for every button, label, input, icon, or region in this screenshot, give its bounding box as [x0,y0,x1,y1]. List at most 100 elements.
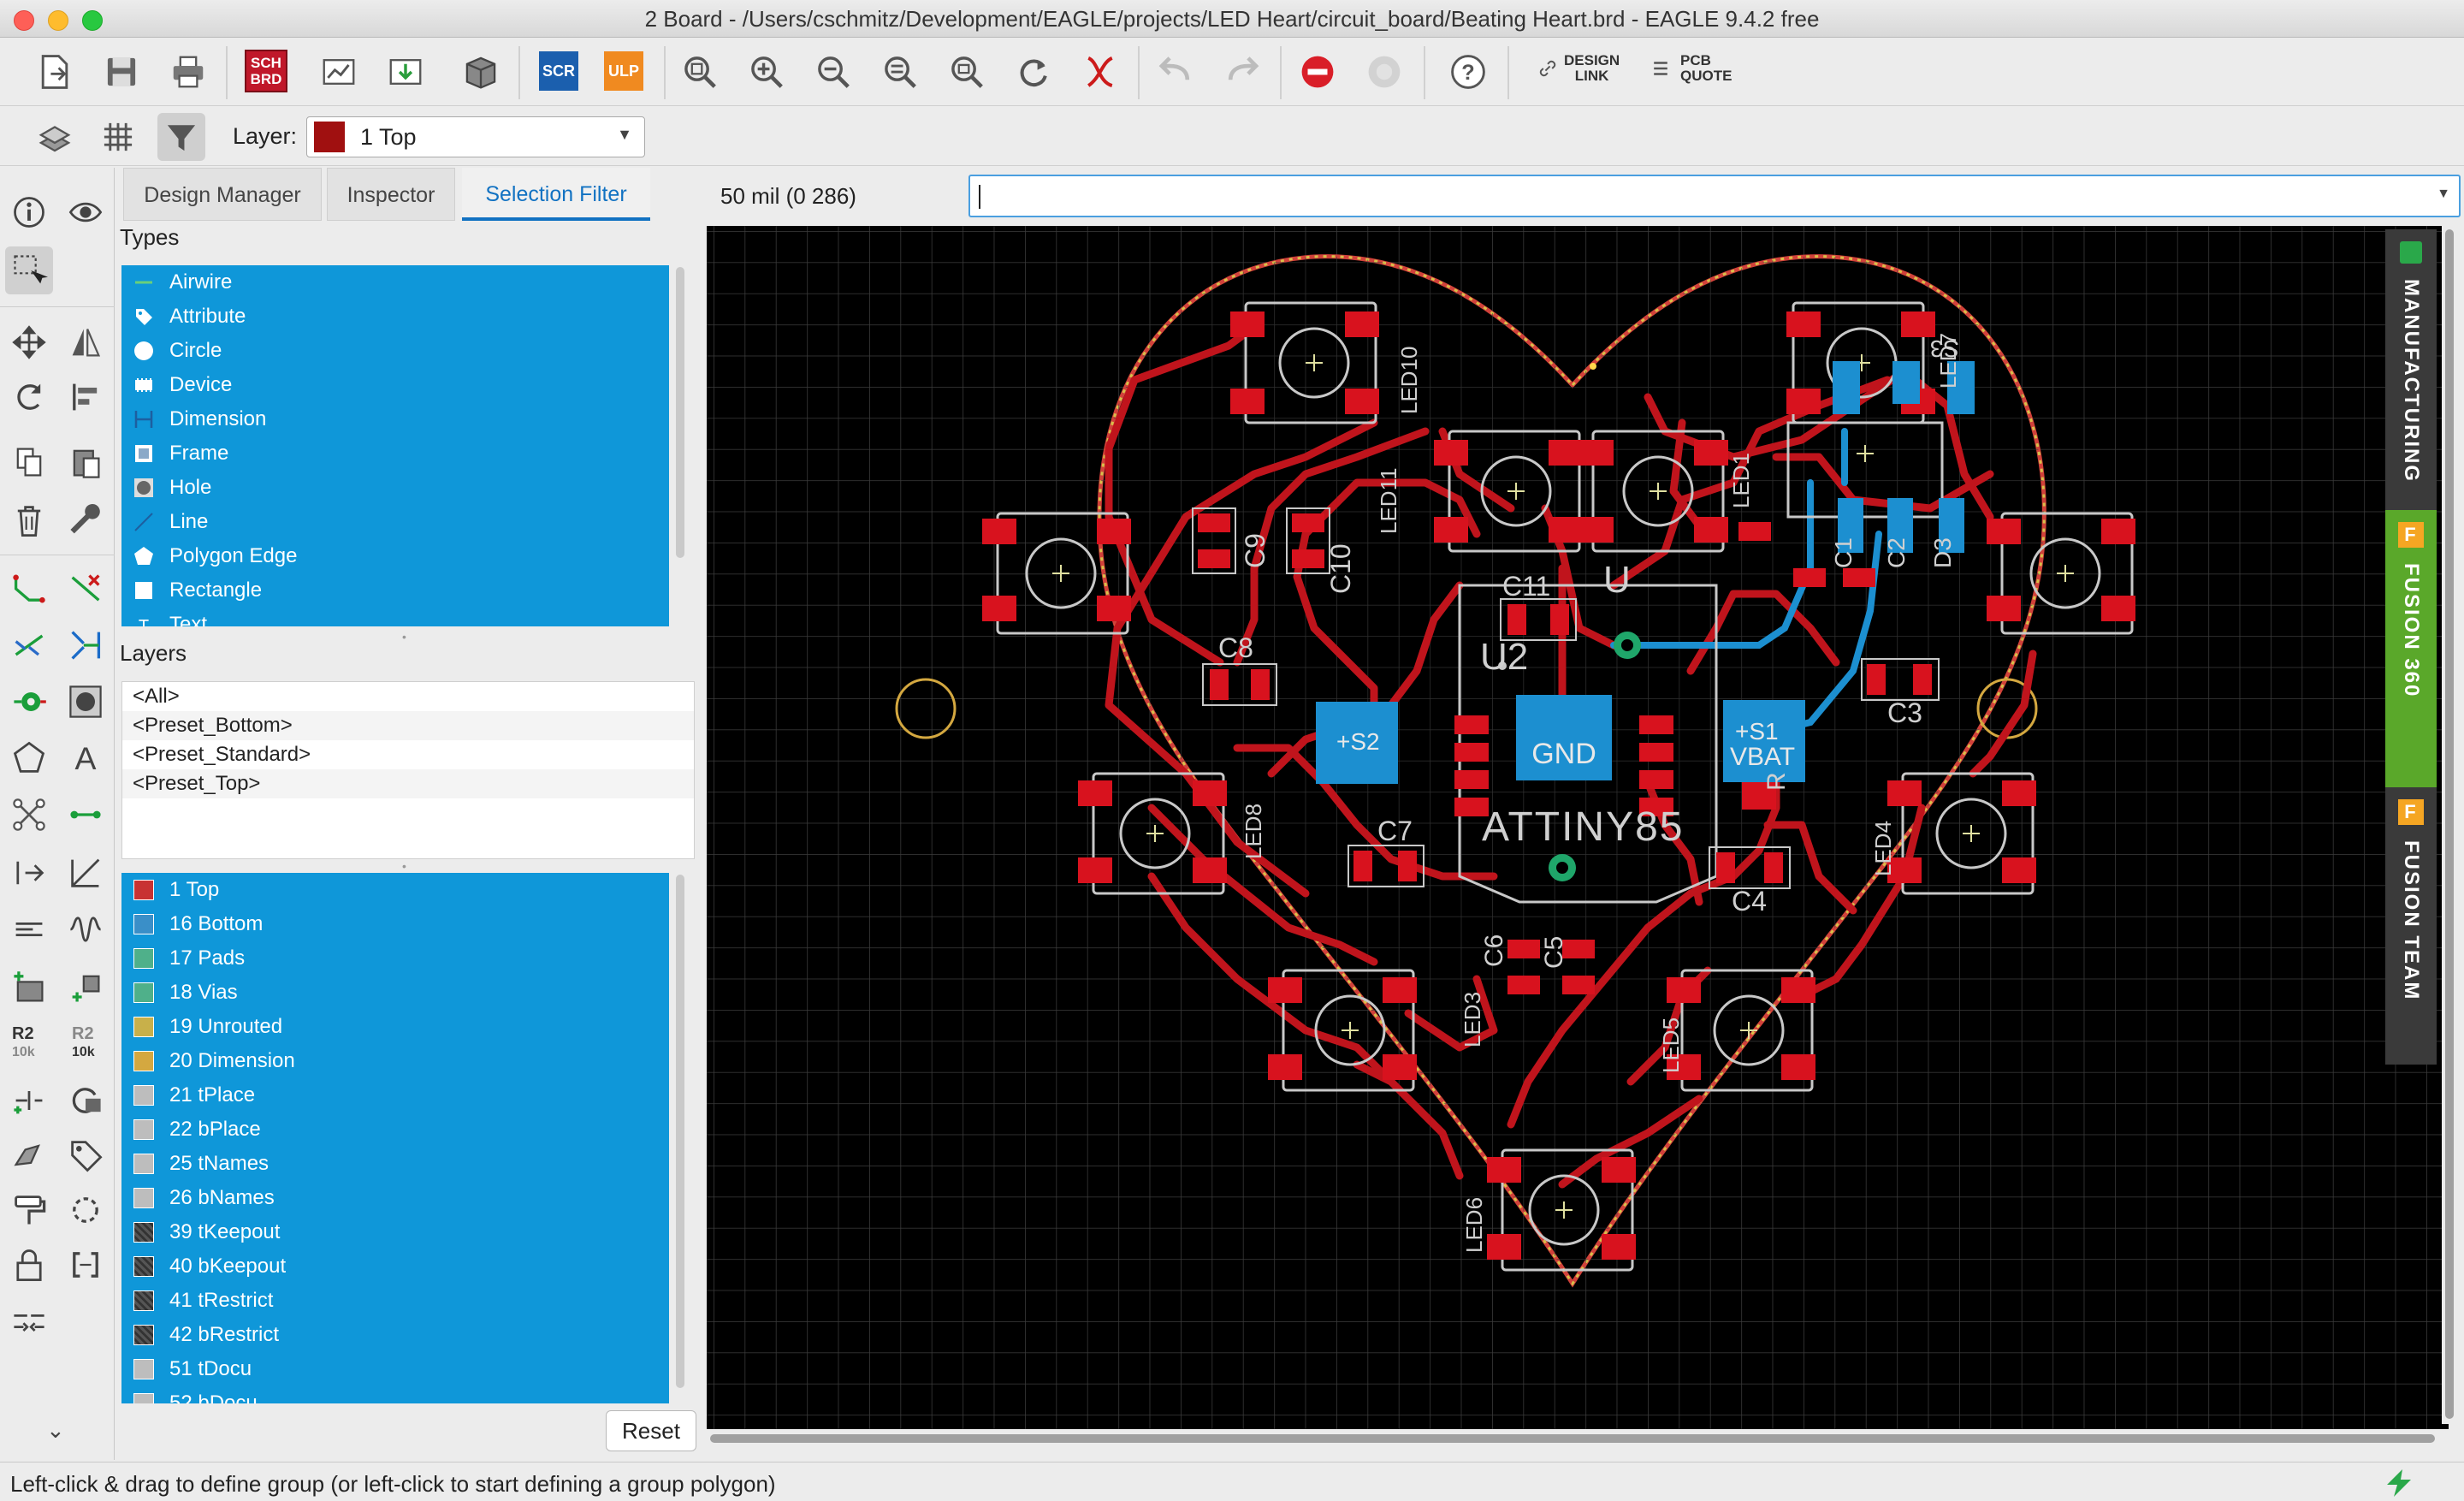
ulp-button[interactable]: ULP [604,51,643,91]
label-r[interactable]: R [1762,772,1791,791]
layer-item-18-vias[interactable]: 18 Vias [121,976,669,1010]
type-item-rectangle[interactable]: Rectangle [121,573,669,608]
label-led11[interactable]: LED11 [1376,467,1401,534]
label-led1[interactable]: LED1 [1728,453,1754,508]
layer-item-42-brestrict[interactable]: 42 bRestrict [121,1318,669,1352]
type-item-frame[interactable]: Frame [121,436,669,471]
label-u2[interactable]: U2 [1480,636,1528,678]
preset-item[interactable]: <Preset_Top> [122,769,694,798]
route-icon[interactable] [5,565,53,613]
selection-filter-button[interactable] [157,113,205,161]
label-led6[interactable]: LED6 [1461,1197,1487,1253]
paste-icon[interactable] [62,438,110,486]
layer-item-19-unrouted[interactable]: 19 Unrouted [121,1010,669,1044]
optimize-icon[interactable] [62,1241,110,1289]
preset-item[interactable]: <Preset_Standard> [122,740,694,769]
label-c11[interactable]: C11 [1502,571,1550,602]
types-list[interactable]: Airwire Attribute Circle Device Dimensio… [121,265,669,626]
layer-item-52-bdocu[interactable]: 52 bDocu [121,1386,669,1403]
layer-select[interactable]: 1 Top ▼ [306,116,645,157]
help-button[interactable]: ? [1444,48,1492,96]
zoom-out-button[interactable] [809,48,857,96]
go-button[interactable] [1360,48,1408,96]
swap-icon[interactable] [5,849,53,897]
type-item-polygon-edge[interactable]: Polygon Edge [121,539,669,573]
label-c5[interactable]: C5 [1540,936,1568,969]
replace-icon[interactable] [62,1077,110,1124]
line-draw-icon[interactable] [62,849,110,897]
label-c2[interactable]: C2 [1883,537,1910,568]
label-led10[interactable]: LED10 [1396,347,1422,415]
ratsnest-button[interactable] [1076,48,1124,96]
delete-icon[interactable] [5,496,53,544]
label-c9[interactable]: C9 [1240,533,1270,568]
print-button[interactable] [164,48,212,96]
splitter-handle[interactable]: • [402,630,406,644]
save-button[interactable] [98,48,145,96]
type-item-dimension[interactable]: Dimension [121,402,669,436]
add-part-icon[interactable] [5,964,53,1012]
undo-button[interactable] [1152,48,1199,96]
layer-item-17-pads[interactable]: 17 Pads [121,941,669,976]
label-vbat[interactable]: VBAT [1730,743,1795,771]
tab-selection-filter[interactable]: Selection Filter [462,168,650,221]
type-item-attribute[interactable]: Attribute [121,300,669,334]
fusion-team-tab[interactable]: F FUSION TEAM [2385,787,2437,1065]
label-led8[interactable]: LED8 [1241,804,1266,859]
lock-icon[interactable] [5,1241,53,1289]
splitter-handle[interactable]: • [402,859,406,873]
layer-preset-list[interactable]: <All> <Preset_Bottom> <Preset_Standard> … [121,681,695,859]
sch-brd-switch-button[interactable]: SCH BRD [245,50,287,92]
via-icon[interactable] [5,678,53,726]
move-icon[interactable] [5,318,53,366]
split-icon[interactable] [5,1131,53,1179]
zoom-select-button[interactable] [943,48,991,96]
ripup-icon[interactable] [62,565,110,613]
add-component-icon[interactable] [62,964,110,1012]
layer-item-22-bplace[interactable]: 22 bPlace [121,1112,669,1147]
name-icon[interactable]: R2 10k [12,1025,35,1061]
pcb-drawing[interactable]: LED10 LED11 LED1 LED7 LED8 LED4 LED3 LED… [707,226,2449,1429]
new-file-button[interactable] [31,48,79,96]
wire-icon[interactable] [62,791,110,839]
type-item-line[interactable]: Line [121,505,669,539]
layer-item-26-bnames[interactable]: 26 bNames [121,1181,669,1215]
type-item-hole[interactable]: Hole [121,471,669,505]
miter-icon[interactable] [5,1297,53,1345]
tab-design-manager[interactable]: Design Manager [123,168,322,221]
align-icon[interactable] [62,373,110,421]
info-icon[interactable] [5,188,53,236]
type-item-airwire[interactable]: Airwire [121,265,669,300]
3d-package-button[interactable] [457,48,505,96]
mirror-icon[interactable] [62,318,110,366]
copy-icon[interactable] [5,438,53,486]
wrench-icon[interactable] [62,496,110,544]
fanout-icon[interactable] [62,621,110,669]
pcb-quote-button[interactable]: PCB QUOTE [1650,53,1732,84]
design-link-button[interactable]: DESIGN LINK [1537,53,1620,84]
layer-item-51-tdocu[interactable]: 51 tDocu [121,1352,669,1386]
text-icon[interactable]: A [62,734,110,782]
label-c1[interactable]: C1 [1830,537,1857,568]
types-scrollbar[interactable] [676,267,684,558]
label-c8[interactable]: C8 [1218,632,1253,663]
layer-item-16-bottom[interactable]: 16 Bottom [121,907,669,941]
label-c6[interactable]: C6 [1480,934,1508,967]
lightning-bolt-icon[interactable] [2382,1468,2416,1498]
polygon-icon[interactable] [5,734,53,782]
rotate-icon[interactable] [5,373,53,421]
layer-item-40-bkeepout[interactable]: 40 bKeepout [121,1249,669,1284]
command-input[interactable]: ▼ [968,175,2461,217]
layer-item-39-tkeepout[interactable]: 39 tKeepout [121,1215,669,1249]
vertical-scrollbar-thumb[interactable] [2445,229,2454,1419]
label-u[interactable]: U [1603,559,1631,601]
value-icon[interactable]: R2 10k [72,1025,95,1061]
preset-item[interactable]: <Preset_Bottom> [122,711,694,740]
layer-item-25-tnames[interactable]: 25 tNames [121,1147,669,1181]
meander-icon[interactable] [5,905,53,953]
label-led4[interactable]: LED4 [1870,821,1896,876]
label-led5[interactable]: LED5 [1658,1017,1684,1073]
expand-toolbar-icon[interactable]: ⌄ [46,1417,65,1444]
script-button[interactable]: SCR [539,51,578,91]
redraw-button[interactable] [1010,48,1057,96]
